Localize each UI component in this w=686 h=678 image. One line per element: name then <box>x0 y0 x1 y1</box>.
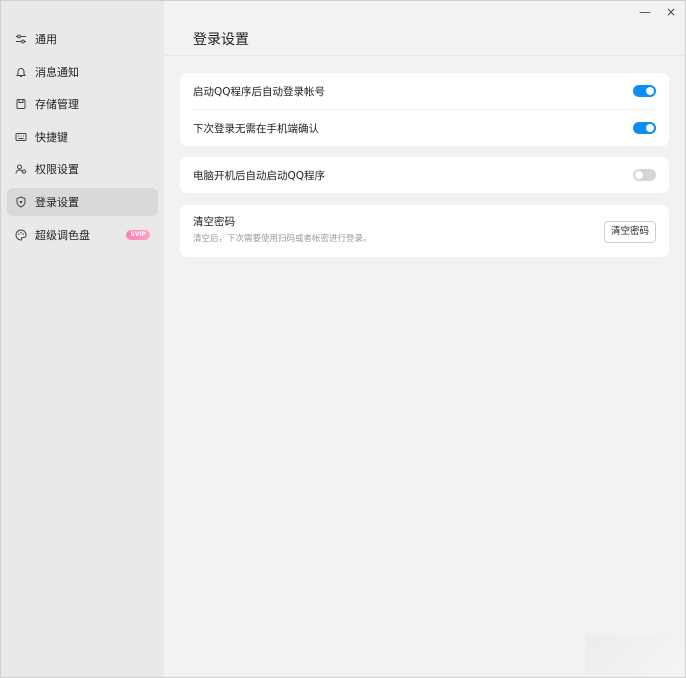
sidebar-item-permission[interactable]: 权限设置 <box>7 155 158 183</box>
settings-window: 通用 消息通知 存储管理 快捷键 权限设置 登录设置 超级调色盘 SVIP — … <box>0 0 686 678</box>
minimize-button[interactable]: — <box>637 4 653 20</box>
toggle-knob <box>646 87 654 95</box>
auto-login-label: 启动QQ程序后自动登录帐号 <box>193 85 326 98</box>
auto-login-toggle[interactable] <box>633 85 656 97</box>
auto-login-card: 启动QQ程序后自动登录帐号 下次登录无需在手机端确认 <box>180 73 669 146</box>
startup-card: 电脑开机后自动启动QQ程序 <box>180 157 669 193</box>
close-button[interactable]: × <box>663 4 679 20</box>
phone-confirm-label: 下次登录无需在手机端确认 <box>193 122 319 135</box>
watermark <box>585 635 681 675</box>
phone-confirm-row: 下次登录无需在手机端确认 <box>193 109 656 146</box>
auto-login-row: 启动QQ程序后自动登录帐号 <box>180 73 669 109</box>
sidebar-item-general[interactable]: 通用 <box>7 25 158 53</box>
sidebar: 通用 消息通知 存储管理 快捷键 权限设置 登录设置 超级调色盘 SVIP <box>1 1 164 677</box>
main-panel: — × 登录设置 启动QQ程序后自动登录帐号 下次登录无需在手机端确认 电脑开机… <box>164 1 685 677</box>
startup-toggle[interactable] <box>633 169 656 181</box>
sidebar-item-label: 存储管理 <box>35 98 79 112</box>
bell-icon <box>15 66 27 78</box>
storage-icon <box>15 98 27 110</box>
clear-password-title: 清空密码 <box>193 216 235 228</box>
sidebar-item-storage[interactable]: 存储管理 <box>7 90 158 118</box>
sliders-icon <box>15 33 27 45</box>
clear-password-card: 清空密码 清空后，下次需要使用扫码或者帐密进行登录。 清空密码 <box>180 205 669 257</box>
sidebar-item-label: 登录设置 <box>35 195 79 209</box>
startup-label: 电脑开机后自动启动QQ程序 <box>193 169 326 182</box>
sidebar-item-label: 超级调色盘 <box>35 228 90 242</box>
sidebar-item-palette[interactable]: 超级调色盘 SVIP <box>7 221 158 249</box>
sidebar-item-label: 快捷键 <box>35 130 68 144</box>
toggle-knob <box>635 171 643 179</box>
users-icon <box>15 163 27 175</box>
title-divider <box>164 55 685 56</box>
sidebar-item-label: 通用 <box>35 33 57 46</box>
clear-password-button[interactable]: 清空密码 <box>603 221 656 243</box>
svip-badge: SVIP <box>126 229 150 240</box>
sidebar-item-label: 消息通知 <box>35 65 79 79</box>
phone-confirm-toggle[interactable] <box>633 122 656 134</box>
sidebar-item-login[interactable]: 登录设置 <box>7 187 158 216</box>
clear-password-desc: 清空后，下次需要使用扫码或者帐密进行登录。 <box>193 234 372 244</box>
sidebar-item-shortcut[interactable]: 快捷键 <box>7 123 158 151</box>
startup-row: 电脑开机后自动启动QQ程序 <box>180 157 669 193</box>
toggle-knob <box>646 124 654 132</box>
shield-icon <box>15 196 27 208</box>
page-title: 登录设置 <box>193 32 249 48</box>
sidebar-item-notify[interactable]: 消息通知 <box>7 58 158 86</box>
keyboard-icon <box>15 131 27 143</box>
window-controls: — × <box>637 4 679 20</box>
sidebar-item-label: 权限设置 <box>35 163 79 177</box>
palette-icon <box>15 229 27 241</box>
